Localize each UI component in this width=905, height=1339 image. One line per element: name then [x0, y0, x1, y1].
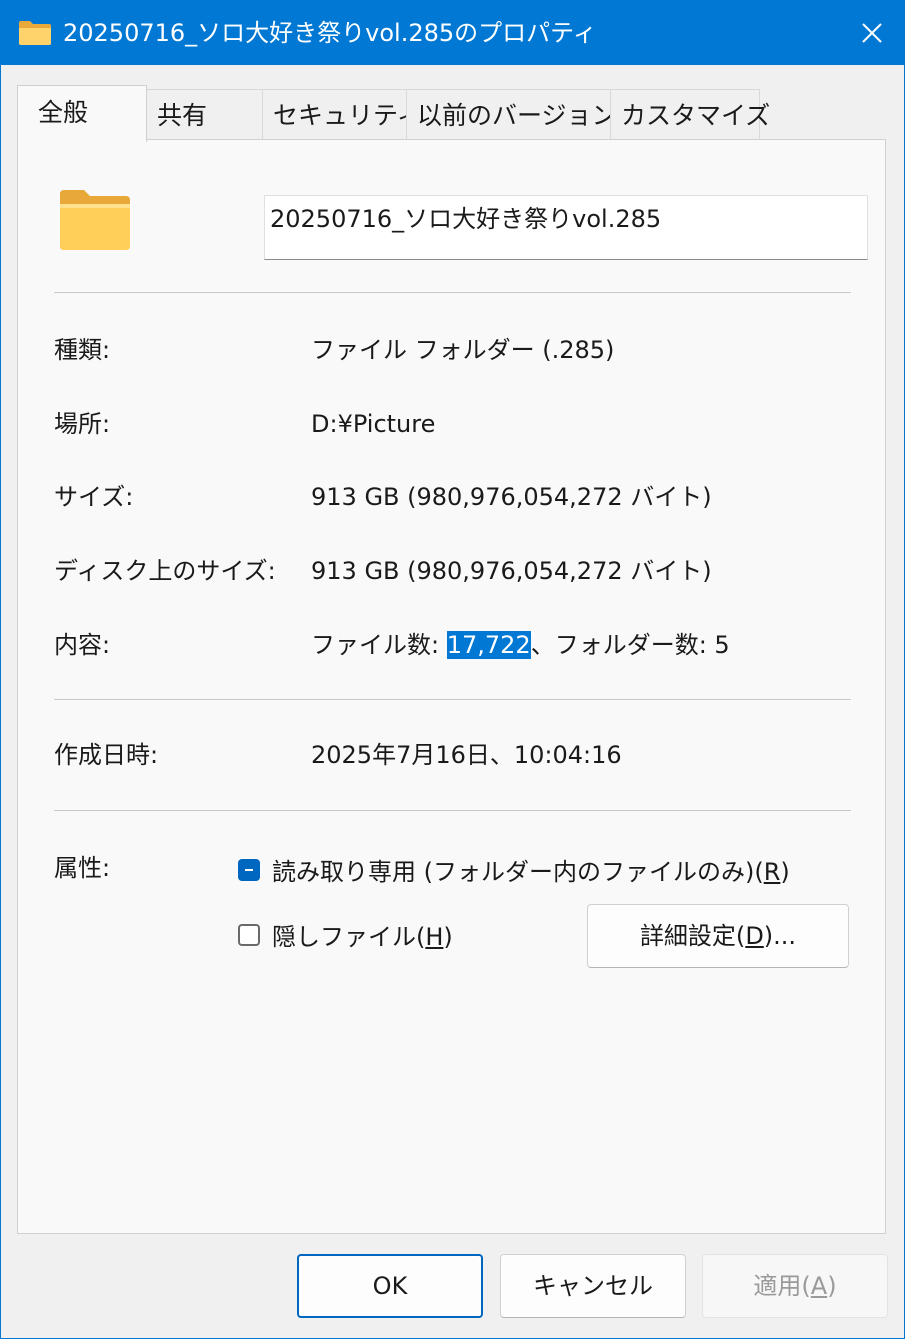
size-on-disk-value: 913 GB (980,976,054,272 バイト) [311, 557, 712, 585]
hidden-label[interactable]: 隠しファイル(H) [272, 921, 453, 953]
selected-file-count[interactable]: 17,722 [446, 631, 531, 659]
type-value: ファイル フォルダー (.285) [311, 336, 615, 364]
readonly-checkbox[interactable] [238, 859, 260, 881]
cancel-button[interactable]: キャンセル [500, 1254, 686, 1318]
tab-sharing[interactable]: 共有 [146, 89, 263, 140]
apply-button[interactable]: 適用(A) [702, 1254, 888, 1318]
tab-previous-versions[interactable]: 以前のバージョン [406, 89, 617, 140]
ok-button[interactable]: OK [297, 1254, 483, 1318]
created-value: 2025年7月16日、10:04:16 [311, 741, 622, 769]
advanced-button[interactable]: 詳細設定(D)... [587, 904, 849, 968]
divider [54, 292, 851, 293]
location-label: 場所: [54, 410, 111, 438]
properties-dialog: 20250716_ソロ大好き祭りvol.285のプロパティ 全般 共有 セキュリ… [1, 1, 904, 1338]
created-label: 作成日時: [54, 741, 159, 769]
attributes-label: 属性: [54, 854, 111, 882]
tab-security[interactable]: セキュリティ [262, 89, 422, 140]
title-bar[interactable]: 20250716_ソロ大好き祭りvol.285のプロパティ [1, 1, 904, 65]
general-tab-panel: 20250716_ソロ大好き祭りvol.285 種類: ファイル フォルダー (… [17, 139, 886, 1234]
tab-customize[interactable]: カスタマイズ [610, 89, 770, 140]
tab-general[interactable]: 全般 [17, 85, 147, 142]
folder-name-input[interactable]: 20250716_ソロ大好き祭りvol.285 [264, 195, 868, 260]
contents-value: ファイル数: 17,722、フォルダー数: 5 [311, 629, 730, 661]
divider [54, 810, 851, 811]
size-on-disk-label: ディスク上のサイズ: [54, 557, 276, 585]
window-title: 20250716_ソロ大好き祭りvol.285のプロパティ [63, 19, 597, 47]
folder-icon [18, 20, 52, 50]
close-icon [862, 23, 882, 43]
type-label: 種類: [54, 336, 111, 364]
folder-icon [58, 188, 132, 256]
close-button[interactable] [840, 1, 904, 65]
size-label: サイズ: [54, 483, 134, 511]
contents-label: 内容: [54, 631, 111, 659]
location-value: D:¥Picture [311, 410, 436, 438]
contents-suffix: 、フォルダー数: 5 [530, 631, 730, 659]
size-value: 913 GB (980,976,054,272 バイト) [311, 483, 712, 511]
divider [54, 699, 851, 700]
contents-prefix: ファイル数: [311, 631, 447, 659]
hidden-checkbox[interactable] [238, 924, 260, 946]
readonly-label[interactable]: 読み取り専用 (フォルダー内のファイルのみ)(R) [272, 856, 790, 888]
